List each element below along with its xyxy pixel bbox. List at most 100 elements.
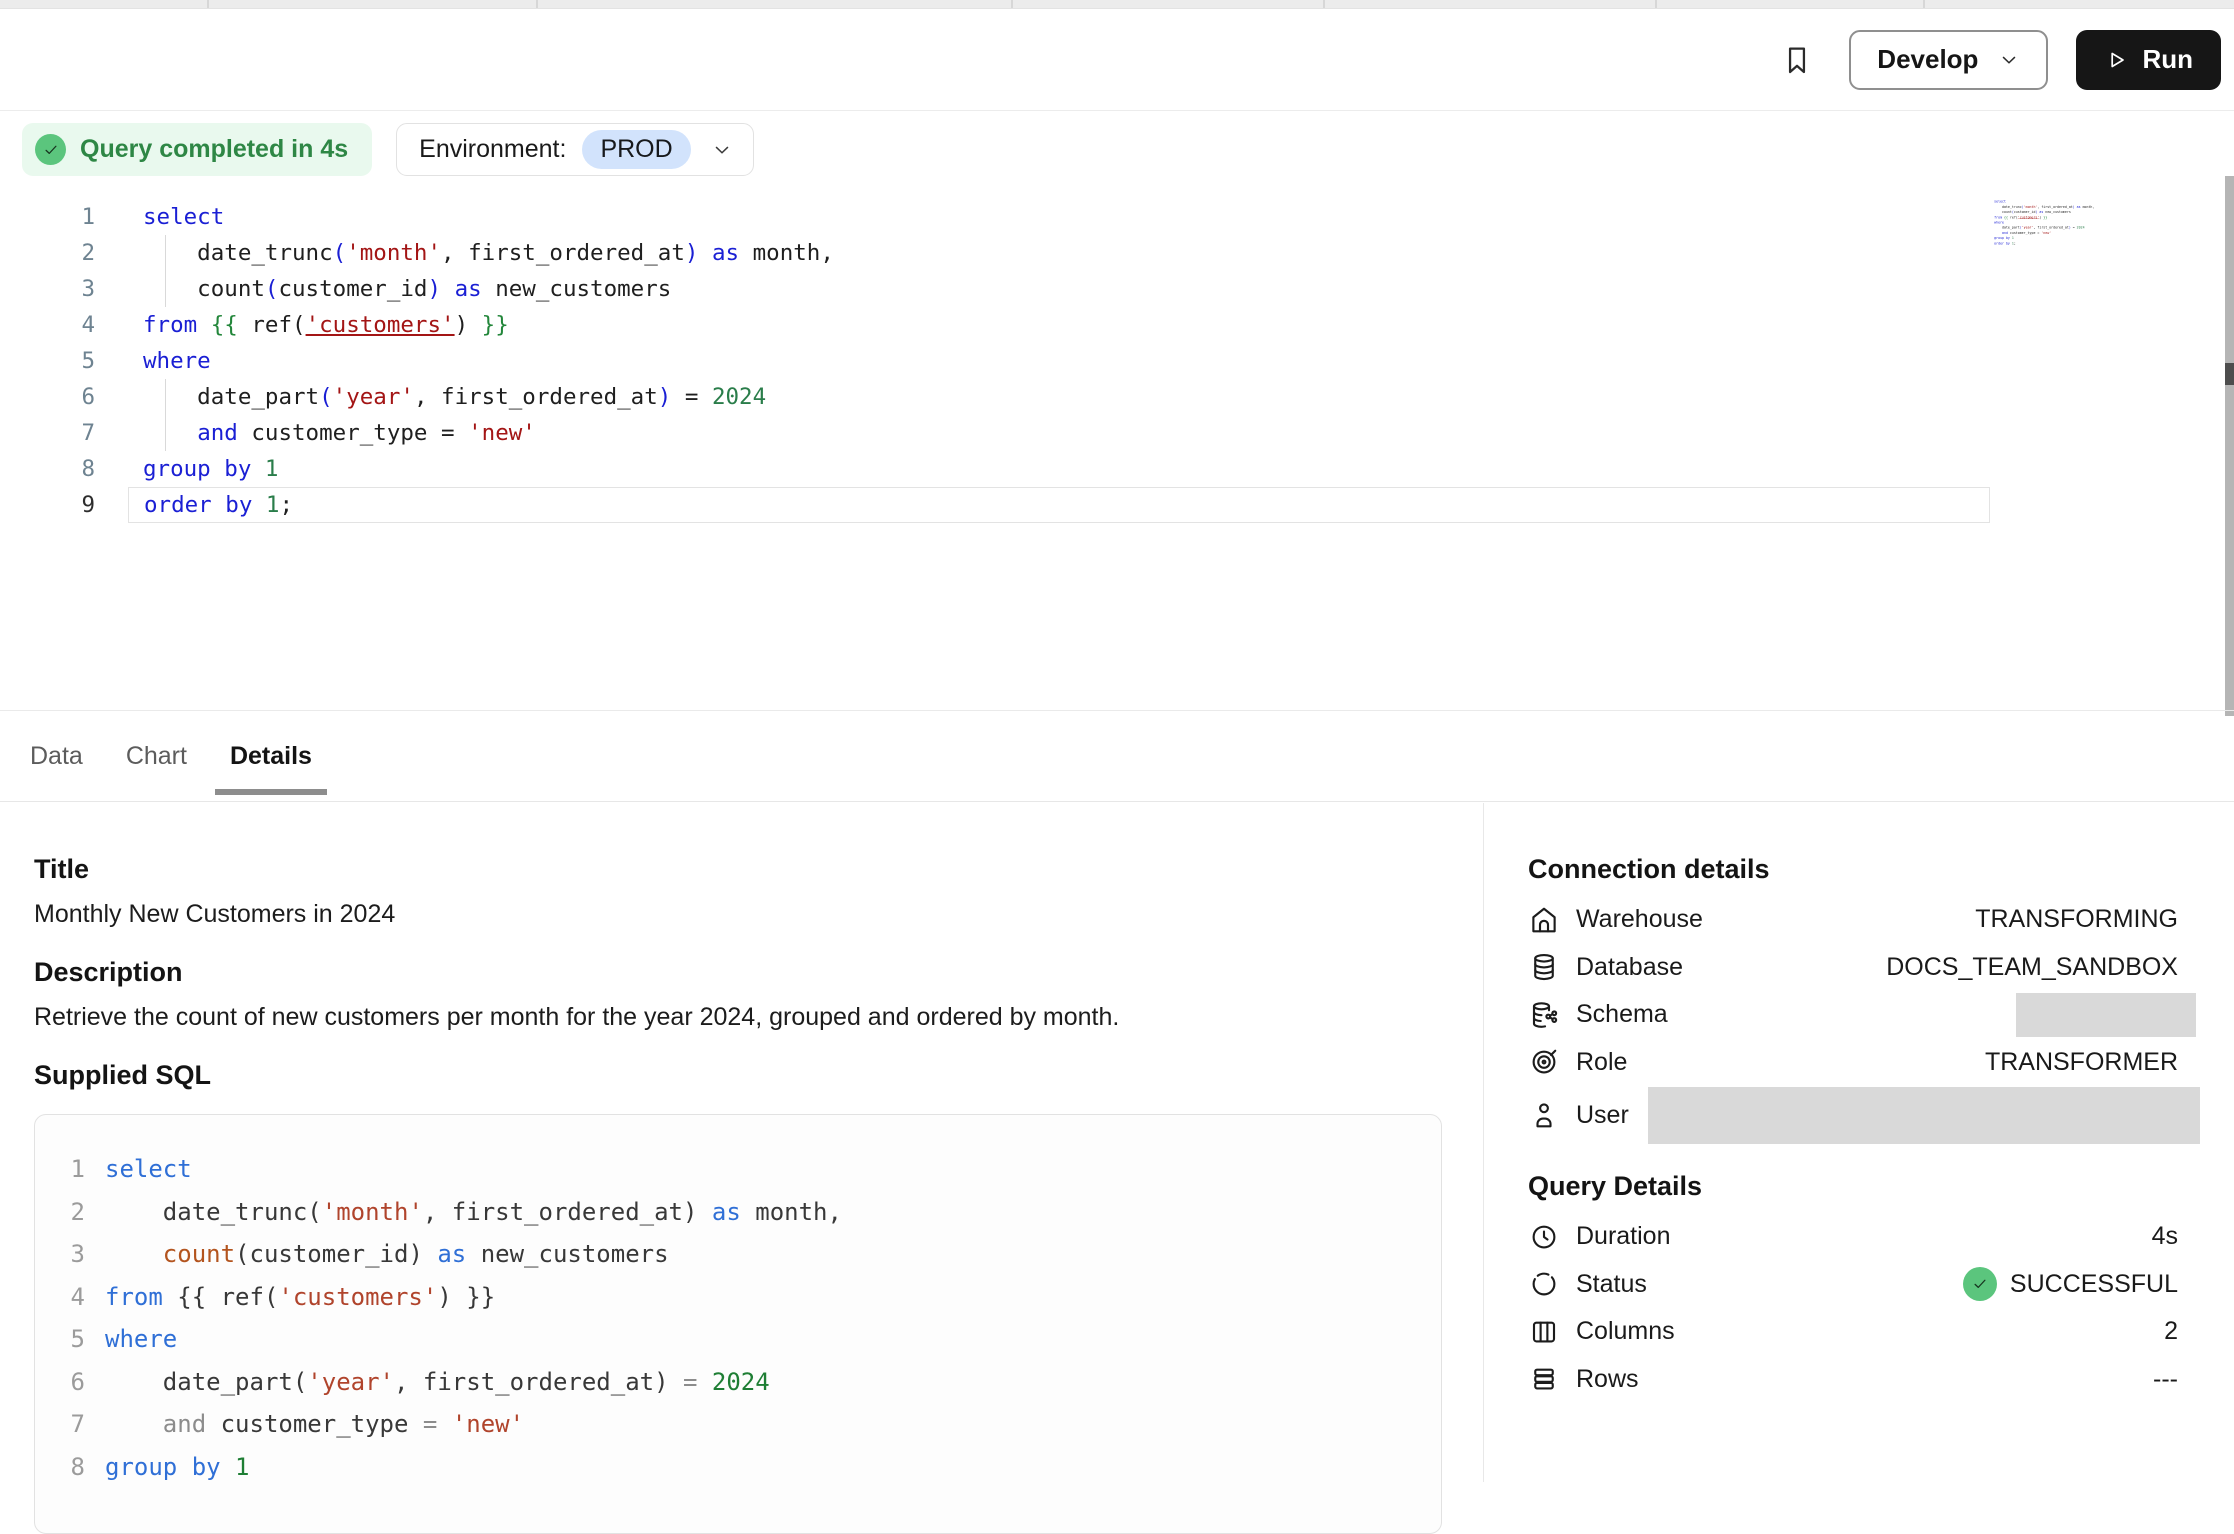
check-icon (35, 134, 66, 165)
tab-strip-divider (536, 0, 538, 8)
duration-label: Duration (1576, 1222, 1671, 1251)
indent-guide (165, 415, 166, 451)
description-heading: Description (34, 956, 1448, 988)
tab-details[interactable]: Details (230, 711, 312, 801)
columns-row: Columns 2 (1528, 1308, 2178, 1356)
line-number: 5 (0, 343, 95, 379)
environment-label: Environment: (419, 135, 566, 164)
chevron-down-icon (711, 139, 733, 161)
connection-panel: Connection details Warehouse TRANSFORMING… (1483, 803, 2234, 1482)
develop-dropdown-button[interactable]: Develop (1849, 30, 2048, 90)
line-number: 4 (35, 1283, 85, 1311)
schema-label: Schema (1576, 1000, 1668, 1029)
line-code: and customer_type = 'new' (128, 415, 1990, 451)
database-row: Database DOCS_TEAM_SANDBOX (1528, 944, 2178, 992)
schema-redacted-value (2016, 993, 2196, 1037)
line-code: date_trunc('month', first_ordered_at) as… (128, 235, 1990, 271)
play-icon (2104, 48, 2128, 72)
editor-line-3[interactable]: 3 count(customer_id) as new_customers (0, 271, 2234, 307)
tab-strip-divider (1655, 0, 1657, 8)
query-status-pill: Query completed in 4s (22, 123, 372, 176)
title-heading: Title (34, 853, 1448, 885)
indent-guide (165, 235, 166, 271)
role-row: Role TRANSFORMER (1528, 1039, 2178, 1087)
line-code: order by 1; (1992, 241, 2016, 246)
environment-selector[interactable]: Environment: PROD (396, 123, 754, 176)
supplied-sql-block: 1select2 date_trunc('month', first_order… (34, 1114, 1442, 1534)
minimap-code: select date_trunc('month', first_ordered… (1992, 199, 2108, 246)
results-tabbar: Data Chart Details (0, 710, 2234, 802)
check-icon (1963, 1267, 1997, 1301)
tab-data[interactable]: Data (30, 711, 83, 801)
supplied-sql-line-7: 7 and customer_type = 'new' (35, 1403, 1441, 1446)
supplied-sql-line-5: 5where (35, 1318, 1441, 1361)
run-label: Run (2142, 44, 2193, 75)
warehouse-label: Warehouse (1576, 905, 1703, 934)
editor-minimap[interactable]: select date_trunc('month', first_ordered… (1992, 199, 2112, 259)
database-value: DOCS_TEAM_SANDBOX (1886, 953, 2178, 982)
line-number: 2 (0, 235, 95, 271)
details-pane: Title Monthly New Customers in 2024 Desc… (34, 803, 1448, 1534)
line-number: 1 (0, 199, 95, 235)
role-label: Role (1576, 1048, 1627, 1077)
supplied-sql-heading: Supplied SQL (34, 1059, 1448, 1091)
indent-guide (165, 271, 166, 307)
header-toolbar: Develop Run (0, 9, 2234, 111)
environment-value-badge: PROD (582, 130, 690, 169)
editor-line-9[interactable]: 9order by 1; (0, 487, 2234, 523)
editor-line-1[interactable]: 1select (0, 199, 2234, 235)
editor-line-6[interactable]: 6 date_part('year', first_ordered_at) = … (0, 379, 2234, 415)
role-icon (1528, 1047, 1560, 1077)
run-button[interactable]: Run (2076, 30, 2221, 90)
editor-line-8[interactable]: 8group by 1 (0, 451, 2234, 487)
connection-details-heading: Connection details (1528, 853, 2178, 885)
line-number: 4 (0, 307, 95, 343)
editor-line-7[interactable]: 7 and customer_type = 'new' (0, 415, 2234, 451)
line-number: 6 (0, 379, 95, 415)
tab-chart[interactable]: Chart (126, 711, 187, 801)
rows-row: Rows --- (1528, 1356, 2178, 1404)
develop-label: Develop (1877, 44, 1978, 75)
database-label: Database (1576, 953, 1683, 982)
columns-value: 2 (2164, 1317, 2178, 1346)
tab-strip-divider (1923, 0, 1925, 8)
tab-strip-divider (207, 0, 209, 8)
database-icon (1528, 952, 1560, 982)
bookmark-icon[interactable] (1781, 42, 1813, 78)
line-number: 7 (0, 415, 95, 451)
editor-scrollbar[interactable] (2225, 176, 2234, 716)
schema-row: Schema (1528, 991, 2178, 1039)
status-label: Status (1576, 1270, 1647, 1299)
editor-line-2[interactable]: 2 date_trunc('month', first_ordered_at) … (0, 235, 2234, 271)
tab-strip-divider (1323, 0, 1325, 8)
line-code: where (128, 343, 1990, 379)
editor-line-9: order by 1; (1992, 241, 2108, 246)
rows-label: Rows (1576, 1365, 1639, 1394)
supplied-sql-line-3: 3 count(customer_id) as new_customers (35, 1233, 1441, 1276)
warehouse-value: TRANSFORMING (1975, 905, 2178, 934)
role-value: TRANSFORMER (1985, 1048, 2178, 1077)
status-value: SUCCESSFUL (2010, 1270, 2178, 1299)
top-tab-strip (0, 0, 2234, 9)
status-icon (1528, 1269, 1560, 1299)
sql-editor[interactable]: 1select2 date_trunc('month', first_order… (0, 199, 2234, 523)
chevron-down-icon (1998, 49, 2020, 71)
query-status-row: Query completed in 4s Environment: PROD (22, 123, 754, 176)
rows-value: --- (2153, 1365, 2178, 1394)
supplied-sql-line-4: 4from {{ ref('customers') }} (35, 1276, 1441, 1319)
schema-icon (1528, 1000, 1560, 1030)
line-number: 5 (35, 1325, 85, 1353)
columns-label: Columns (1576, 1317, 1675, 1346)
columns-icon (1528, 1317, 1560, 1347)
rows-icon (1528, 1364, 1560, 1394)
editor-line-5[interactable]: 5 where (0, 343, 2234, 379)
line-number: 3 (0, 271, 95, 307)
scrollbar-thumb[interactable] (2225, 363, 2234, 385)
editor-line-4[interactable]: 4from {{ ref('customers') }} (0, 307, 2234, 343)
indent-guide (165, 379, 166, 415)
duration-row: Duration4s (1528, 1213, 2178, 1261)
warehouse-row: Warehouse TRANSFORMING (1528, 896, 2178, 944)
query-status-text: Query completed in 4s (80, 135, 348, 164)
user-row: User (1528, 1086, 2178, 1144)
status-badge: SUCCESSFUL (1963, 1267, 2178, 1301)
